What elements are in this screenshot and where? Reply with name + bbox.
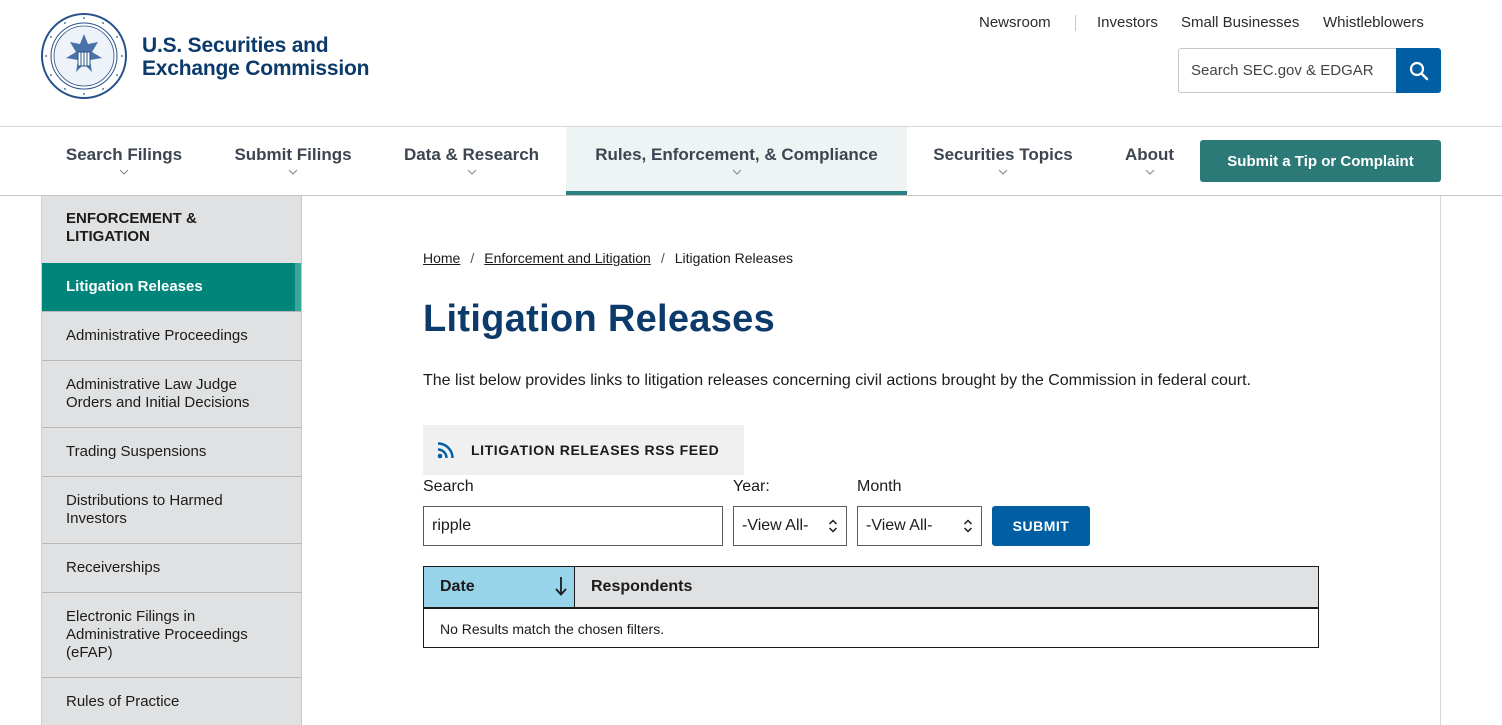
chevron-down-icon [467,169,476,175]
breadcrumb-current: Litigation Releases [674,250,793,266]
breadcrumb-home[interactable]: Home [423,250,460,266]
year-select-value: -View All- [742,517,809,534]
select-updown-icon [963,519,973,533]
breadcrumb: Home / Enforcement and Litigation / Litigati… [423,250,793,266]
nav-item-label: Securities Topics [933,145,1073,164]
nav-item-about[interactable]: About [1112,127,1187,195]
utility-nav: Newsroom Investors Small Businesses Whis… [0,14,1502,32]
main-nav: Search Filings Submit Filings Data & Res… [0,127,1502,196]
sidebar-item-label: Trading Suspensions [66,443,207,460]
sidebar-item-rules-of-practice[interactable]: Rules of Practice [42,677,301,725]
site-search-button[interactable] [1396,48,1441,93]
nav-item-label: About [1124,145,1175,164]
sidebar-item-alj-orders[interactable]: Administrative Law Judge Orders and Init… [42,360,301,427]
utility-divider [1075,15,1076,31]
nav-item-label: Search Filings [65,145,183,164]
submit-button[interactable]: SUBMIT [992,506,1090,546]
sidebar-item-label: Distributions to Harmed Investors [66,492,223,527]
utility-link-investors[interactable]: Investors [1097,14,1158,31]
sidebar-item-label: Electronic Filings in Administrative Pro… [66,608,248,661]
nav-item-submit-filings[interactable]: Submit Filings [220,127,366,195]
empty-results-message: No Results match the chosen filters. [440,621,665,637]
nav-item-rules-enforcement-compliance[interactable]: Rules, Enforcement, & Compliance [566,127,907,195]
utility-link-newsroom[interactable]: Newsroom [979,14,1051,31]
search-input[interactable] [423,506,723,546]
select-updown-icon [828,519,838,533]
chevron-down-icon [119,169,129,175]
column-header-label: Date [440,578,475,595]
table-header-row: Date Respondents [424,567,1318,609]
sidebar-item-efap[interactable]: Electronic Filings in Administrative Pro… [42,592,301,677]
sidebar-item-administrative-proceedings[interactable]: Administrative Proceedings [42,311,301,360]
chevron-down-icon [998,169,1008,175]
sidebar-item-label: Receiverships [66,559,161,576]
chevron-down-icon [1145,169,1154,175]
nav-item-securities-topics[interactable]: Securities Topics [920,127,1086,195]
nav-item-label: Rules, Enforcement, & Compliance [595,145,878,164]
year-label: Year: [733,478,770,495]
brand-line-1: U.S. Securities and [142,34,329,57]
month-select-value: -View All- [866,517,933,534]
breadcrumb-separator: / [660,250,665,266]
month-select[interactable]: -View All- [857,506,982,546]
month-label: Month [857,478,902,495]
sidebar-item-trading-suspensions[interactable]: Trading Suspensions [42,427,301,476]
sidebar-item-label: Litigation Releases [66,278,203,295]
sidebar-item-label: Administrative Law Judge Orders and Init… [66,376,250,411]
rss-label: LITIGATION RELEASES RSS FEED [471,442,720,458]
chevron-down-icon [732,169,741,175]
chevron-down-icon [288,169,298,175]
sidebar-item-label: Rules of Practice [66,692,180,710]
column-header-respondents[interactable]: Respondents [591,578,692,596]
breadcrumb-enforcement[interactable]: Enforcement and Litigation [484,250,651,266]
site-brand[interactable]: U.S. Securities and Exchange Commission [142,34,369,80]
sidebar: ENFORCEMENT & LITIGATION Litigation Rele… [41,196,302,725]
nav-item-label: Data & Research [403,145,540,164]
search-label: Search [423,478,474,495]
sort-arrow-down-icon [555,577,567,596]
search-icon [1409,61,1428,80]
utility-link-whistleblowers[interactable]: Whistleblowers [1323,14,1424,31]
rss-feed-link[interactable]: LITIGATION RELEASES RSS FEED [423,425,744,475]
nav-item-data-research[interactable]: Data & Research [390,127,553,195]
site-search-input[interactable] [1178,48,1397,93]
content-divider [1440,196,1441,725]
results-table: Date Respondents No Results match the ch… [423,566,1319,648]
breadcrumb-separator: / [470,250,475,266]
sidebar-item-distributions[interactable]: Distributions to Harmed Investors [42,476,301,543]
sidebar-heading: ENFORCEMENT & LITIGATION [66,210,197,245]
submit-tip-button[interactable]: Submit a Tip or Complaint [1200,140,1441,182]
sidebar-item-label: Administrative Proceedings [66,327,248,344]
column-header-date[interactable]: Date [424,567,575,607]
sidebar-item-receiverships[interactable]: Receiverships [42,543,301,592]
nav-item-label: Submit Filings [234,145,352,164]
page-title: Litigation Releases [423,298,776,340]
page-intro: The list below provides links to litigat… [423,372,1251,389]
brand-line-2: Exchange Commission [142,57,370,80]
sidebar-item-litigation-releases[interactable]: Litigation Releases [42,263,301,311]
year-select[interactable]: -View All- [733,506,847,546]
rss-icon [437,442,454,459]
utility-link-small-businesses[interactable]: Small Businesses [1181,14,1299,31]
nav-item-search-filings[interactable]: Search Filings [54,127,194,195]
site-header: U.S. Securities and Exchange Commission … [0,0,1502,127]
